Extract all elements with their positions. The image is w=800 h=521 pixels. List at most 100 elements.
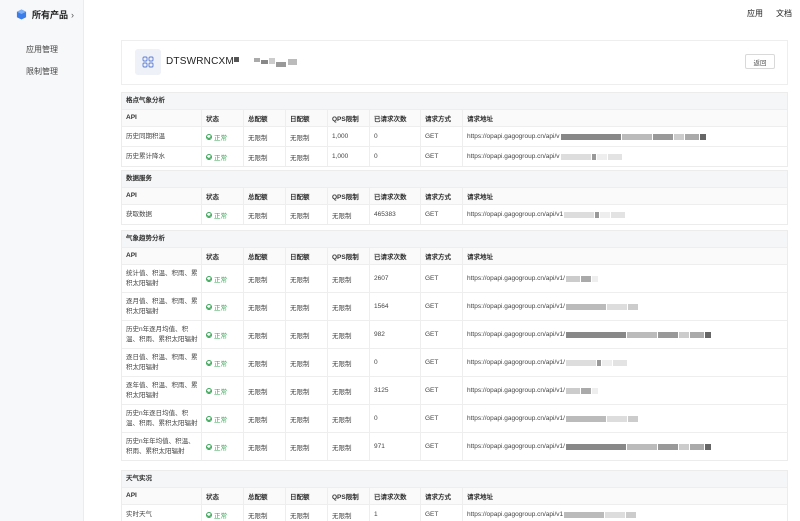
request-url-text: https://opapi.gagogroup.cn/api/v1/ xyxy=(467,303,565,310)
redacted-url-segment xyxy=(612,359,627,366)
status-badge: 正常 xyxy=(206,152,227,162)
table-header-row: API 状态 总配额 日配额 QPS限制 已请求次数 请求方式 请求地址 xyxy=(122,247,787,264)
qps-limit: 无限制 xyxy=(328,505,370,521)
redacted-url-segment xyxy=(565,303,606,310)
api-name: 逐年值、积温、积雨、累积太阳辐射 xyxy=(122,377,202,404)
column-header-requests: 已请求次数 xyxy=(370,248,421,264)
request-url[interactable]: https://opapi.gagogroup.cn/api/v xyxy=(463,147,787,166)
sidebar-item-app-management[interactable]: 应用管理 xyxy=(26,44,58,55)
request-method: GET xyxy=(421,377,463,404)
check-circle-icon xyxy=(206,275,212,282)
redacted-url-segment xyxy=(699,133,706,140)
request-url[interactable]: https://opapi.gagogroup.cn/api/v1 xyxy=(463,505,787,521)
product-cube-icon xyxy=(16,9,27,20)
api-name: 历史n年年均值、积温、积雨、累积太阳辐射 xyxy=(122,433,202,460)
app-name: DTSWRNCXM xyxy=(166,56,234,67)
redacted-url-segment xyxy=(657,443,678,450)
column-header-status: 状态 xyxy=(202,248,244,264)
status-text: 正常 xyxy=(214,360,227,368)
column-header-api: API xyxy=(122,188,202,204)
request-method: GET xyxy=(421,321,463,348)
request-url[interactable]: https://opapi.gagogroup.cn/api/v xyxy=(463,127,787,146)
status-badge: 正常 xyxy=(206,510,227,520)
request-url[interactable]: https://opapi.gagogroup.cn/api/v1/ xyxy=(463,293,787,320)
total-quota: 无限制 xyxy=(244,205,286,224)
redacted-url-segment xyxy=(627,303,638,310)
table-row: 历史n年逐月均值、积温、积雨、累积太阳辐射 正常 无限制 无限制 无限制 982 GET ht… xyxy=(122,320,787,348)
column-header-qps: QPS限制 xyxy=(328,110,370,126)
sidebar-item-limit-management[interactable]: 限制管理 xyxy=(26,66,58,77)
daily-quota: 无限制 xyxy=(286,127,328,146)
status-cell: 正常 xyxy=(202,293,244,320)
redacted-url-segment xyxy=(626,443,657,450)
total-quota: 无限制 xyxy=(244,321,286,348)
back-button[interactable]: 返回 xyxy=(745,54,775,69)
redacted-url-segment xyxy=(689,331,704,338)
nav-docs-link[interactable]: 文档 xyxy=(776,8,792,19)
request-url[interactable]: https://opapi.gagogroup.cn/api/v1/ xyxy=(463,433,787,460)
redacted-url-segment xyxy=(678,443,689,450)
qps-limit: 无限制 xyxy=(328,205,370,224)
redacted-url-segment xyxy=(564,511,605,518)
request-count: 982 xyxy=(370,321,421,348)
status-text: 正常 xyxy=(214,134,227,142)
column-header-total-quota: 总配额 xyxy=(244,188,286,204)
nav-apps-link[interactable]: 应用 xyxy=(747,8,763,19)
request-method: GET xyxy=(421,433,463,460)
request-method: GET xyxy=(421,405,463,432)
table-row: 历史n年年均值、积温、积雨、累积太阳辐射 正常 无限制 无限制 无限制 971 GET htt… xyxy=(122,432,787,460)
status-text: 正常 xyxy=(214,212,227,220)
redacted-url-segment xyxy=(605,511,626,518)
redacted-url-segment xyxy=(580,387,591,394)
request-count: 0 xyxy=(370,349,421,376)
redacted-url-segment xyxy=(621,133,652,140)
redacted-url-segment xyxy=(626,511,637,518)
table-row: 逐年值、积温、积雨、累积太阳辐射 正常 无限制 无限制 无限制 3125 GET https:… xyxy=(122,376,787,404)
daily-quota: 无限制 xyxy=(286,265,328,292)
api-name: 历史n年逐日均值、积温、积雨、累积太阳辐射 xyxy=(122,405,202,432)
api-name: 逐月值、积温、积雨、累积太阳辐射 xyxy=(122,293,202,320)
request-method: GET xyxy=(421,349,463,376)
status-badge: 正常 xyxy=(206,386,227,396)
table-row: 历史累计降水 正常 无限制 无限制 1,000 0 GET https://opapi.gag… xyxy=(122,146,787,166)
all-products-menu[interactable]: 所有产品 › xyxy=(16,8,74,21)
request-url[interactable]: https://opapi.gagogroup.cn/api/v1/ xyxy=(463,377,787,404)
app-root: 所有产品 › 应用管理 限制管理 应用 文档 DTSWRNCXM 返回 格点气象… xyxy=(0,0,800,521)
request-count: 971 xyxy=(370,433,421,460)
column-header-status: 状态 xyxy=(202,188,244,204)
total-quota: 无限制 xyxy=(244,147,286,166)
qps-limit: 无限制 xyxy=(328,377,370,404)
redacted-url-segment xyxy=(565,387,580,394)
section-title: 气象趋势分析 xyxy=(122,231,787,247)
all-products-label: 所有产品 xyxy=(32,10,69,20)
total-quota: 无限制 xyxy=(244,505,286,521)
column-header-requests: 已请求次数 xyxy=(370,110,421,126)
request-url[interactable]: https://opapi.gagogroup.cn/api/v1/ xyxy=(463,265,787,292)
column-header-total-quota: 总配额 xyxy=(244,488,286,504)
redacted-url-segment xyxy=(607,153,622,160)
request-url[interactable]: https://opapi.gagogroup.cn/api/v1/ xyxy=(463,405,787,432)
request-url-text: https://opapi.gagogroup.cn/api/v1/ xyxy=(467,359,565,366)
status-text: 正常 xyxy=(214,276,227,284)
status-cell: 正常 xyxy=(202,505,244,521)
check-circle-icon xyxy=(206,415,212,422)
table-row: 逐日值、积温、积雨、累积太阳辐射 正常 无限制 无限制 无限制 0 GET https://o… xyxy=(122,348,787,376)
request-url[interactable]: https://opapi.gagogroup.cn/api/v1/ xyxy=(463,349,787,376)
check-circle-icon xyxy=(206,511,212,518)
request-url[interactable]: https://opapi.gagogroup.cn/api/v1/ xyxy=(463,321,787,348)
request-url[interactable]: https://opapi.gagogroup.cn/api/v1 xyxy=(463,205,787,224)
daily-quota: 无限制 xyxy=(286,405,328,432)
total-quota: 无限制 xyxy=(244,377,286,404)
column-header-qps: QPS限制 xyxy=(328,488,370,504)
status-cell: 正常 xyxy=(202,377,244,404)
column-header-qps: QPS限制 xyxy=(328,188,370,204)
redacted-url-segment xyxy=(565,275,580,282)
request-url-text: https://opapi.gagogroup.cn/api/v1/ xyxy=(467,415,565,422)
api-name: 逐日值、积温、积雨、累积太阳辐射 xyxy=(122,349,202,376)
request-url-text: https://opapi.gagogroup.cn/api/v1 xyxy=(467,211,564,218)
redacted-app-key xyxy=(234,57,297,67)
column-header-daily-quota: 日配额 xyxy=(286,110,328,126)
api-name: 实时天气 xyxy=(122,505,202,521)
status-badge: 正常 xyxy=(206,210,227,220)
status-cell: 正常 xyxy=(202,205,244,224)
